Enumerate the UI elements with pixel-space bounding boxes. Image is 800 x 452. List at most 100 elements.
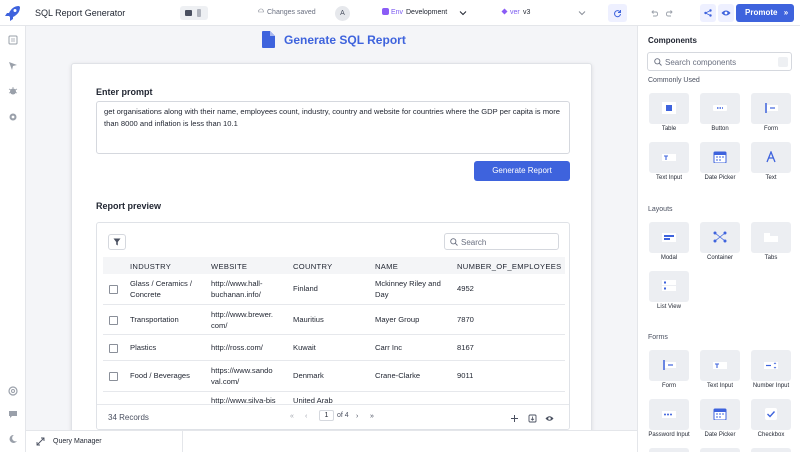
page-total: of 4: [337, 412, 349, 419]
column-visibility-icon[interactable]: [545, 414, 554, 423]
component-search-placeholder: Search components: [665, 58, 737, 67]
component-form[interactable]: [751, 93, 791, 124]
text-input-icon: [662, 154, 676, 161]
cell-name: Mayer Group: [375, 315, 420, 324]
cell-country: Kuwait: [293, 343, 316, 352]
table-icon: [662, 102, 676, 114]
component-search-input[interactable]: Search components: [647, 52, 792, 71]
page-number-input[interactable]: 1: [319, 410, 334, 421]
chevron-down-icon[interactable]: [578, 9, 586, 17]
pages-icon[interactable]: [8, 35, 18, 45]
environment-select[interactable]: Development: [406, 9, 447, 16]
component-text[interactable]: [751, 142, 791, 173]
password-input-icon: [662, 411, 676, 418]
row-checkbox[interactable]: [109, 316, 118, 325]
avatar[interactable]: A: [335, 6, 350, 21]
component-button[interactable]: [700, 93, 740, 124]
component-modal[interactable]: [649, 222, 689, 253]
query-manager-label[interactable]: Query Manager: [53, 438, 102, 445]
table-row[interactable]: Glass / Ceramics / Concrete http://www.ha…: [103, 274, 565, 305]
rocket-logo-icon[interactable]: [4, 4, 22, 22]
table-row[interactable]: Transportation http://www.brewer. com/ Ma…: [103, 305, 565, 335]
prev-page-icon[interactable]: ‹: [305, 413, 307, 420]
table-row[interactable]: Food / Beverages https://www.sando val.co…: [103, 361, 565, 392]
sync-button[interactable]: [608, 4, 627, 22]
cell-website: http://www.hall-buchanan.info/: [211, 279, 263, 299]
component-date-picker[interactable]: [700, 399, 740, 430]
refresh-icon: [614, 10, 621, 18]
promote-button[interactable]: Promote »: [736, 4, 794, 22]
filter-button[interactable]: [108, 234, 126, 250]
version-select[interactable]: v3: [523, 9, 530, 16]
settings-icon[interactable]: [8, 112, 18, 122]
undo-icon[interactable]: [650, 9, 658, 17]
component-text-input[interactable]: [700, 350, 740, 381]
add-row-icon[interactable]: [510, 414, 519, 423]
component-checkbox[interactable]: [751, 399, 791, 430]
table-row[interactable]: Plastics http://ross.com/ Kuwait Carr In…: [103, 335, 565, 361]
component-label: Date Picker: [704, 175, 736, 181]
component-tile[interactable]: [700, 448, 740, 452]
column-header-industry[interactable]: INDUSTRY: [130, 262, 171, 271]
first-page-icon[interactable]: «: [290, 413, 294, 420]
component-label: Text Input: [706, 383, 733, 389]
environment-icon: [382, 8, 389, 15]
clear-search-icon[interactable]: [778, 57, 788, 67]
component-number-input[interactable]: [751, 350, 791, 381]
component-table[interactable]: [649, 93, 689, 124]
component-form[interactable]: [649, 350, 689, 381]
form-icon: [765, 103, 778, 113]
document-icon: [262, 31, 275, 48]
component-label: Date Picker: [704, 432, 736, 438]
component-text-input[interactable]: [649, 142, 689, 173]
mobile-icon[interactable]: [197, 9, 201, 17]
last-page-icon[interactable]: »: [370, 413, 374, 420]
inspector-icon[interactable]: [8, 61, 18, 71]
component-label: Table: [661, 126, 677, 132]
component-list-view[interactable]: [649, 271, 689, 302]
cell-industry: Transportation: [130, 315, 179, 324]
next-page-icon[interactable]: ›: [356, 413, 358, 420]
row-checkbox[interactable]: [109, 344, 118, 353]
component-tile[interactable]: [649, 448, 689, 452]
chevron-down-icon[interactable]: [459, 9, 467, 17]
table-footer: 34 Records « ‹ 1 of 4 › »: [97, 404, 569, 429]
expand-icon[interactable]: [36, 437, 45, 446]
calendar-icon: [713, 151, 727, 163]
component-label: Button: [711, 126, 729, 132]
column-header-website[interactable]: WEBSITE: [211, 262, 247, 271]
cell-employees: 9011: [457, 371, 474, 380]
promote-label: Promote: [745, 8, 778, 17]
debugger-icon[interactable]: [8, 86, 18, 96]
component-tabs[interactable]: [751, 222, 791, 253]
row-checkbox[interactable]: [109, 372, 118, 381]
component-password-input[interactable]: [649, 399, 689, 430]
column-header-name[interactable]: NAME: [375, 262, 398, 271]
component-date-picker[interactable]: [700, 142, 740, 173]
cell-website: http://www.brewer. com/: [211, 310, 274, 330]
version-label: ver: [510, 9, 520, 16]
component-label: Modal: [660, 255, 678, 261]
desktop-icon[interactable]: [185, 10, 192, 16]
support-icon[interactable]: [8, 386, 18, 396]
column-header-country[interactable]: COUNTRY: [293, 262, 333, 271]
record-count: 34 Records: [108, 413, 149, 422]
component-container[interactable]: [700, 222, 740, 253]
chat-icon[interactable]: [8, 409, 18, 419]
redo-icon[interactable]: [666, 9, 674, 17]
preview-button[interactable]: [718, 4, 734, 22]
device-toggle[interactable]: [180, 6, 208, 20]
generate-report-button[interactable]: Generate Report: [474, 161, 570, 181]
share-button[interactable]: [700, 4, 716, 22]
column-header-employees[interactable]: NUMBER_OF_EMPLOYEES: [457, 262, 561, 271]
container-icon: [713, 231, 727, 243]
table-search-input[interactable]: Search: [444, 233, 559, 250]
download-icon[interactable]: [528, 414, 537, 423]
component-label: Number Input: [752, 383, 790, 389]
row-checkbox[interactable]: [109, 285, 118, 294]
cell-industry: Food / Beverages: [130, 371, 190, 380]
component-label: Tabs: [764, 255, 778, 261]
prompt-textarea[interactable]: get organisations along with their name,…: [96, 101, 570, 154]
component-tile[interactable]: [751, 448, 791, 452]
theme-toggle-icon[interactable]: [8, 434, 18, 444]
